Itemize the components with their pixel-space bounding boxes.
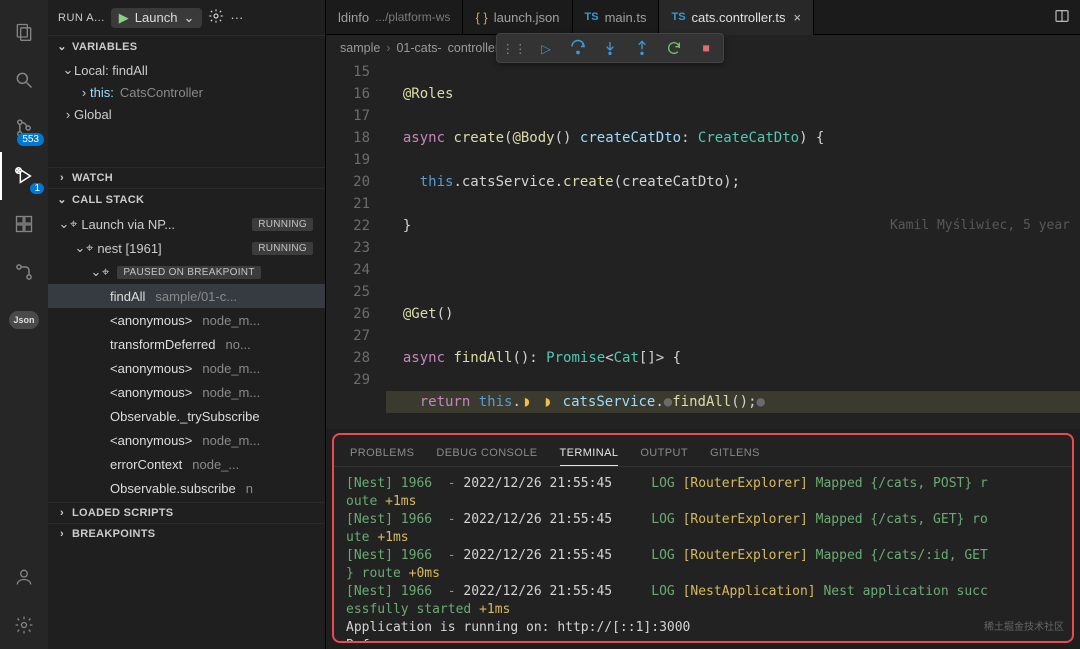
run-and-debug-title: RUN A... xyxy=(58,12,105,24)
variables-this[interactable]: ›this:CatsController xyxy=(48,81,325,103)
stop-icon[interactable]: ■ xyxy=(695,37,717,59)
ts-icon: TS xyxy=(671,11,685,23)
line-gutter: 15 16 17 18 19 20 21 22 23 24 25 26 27 2… xyxy=(326,61,386,429)
chevron-right-icon: › xyxy=(56,528,68,540)
editor-group: ldinfo.../platform-ws { }launch.json TSm… xyxy=(326,0,1080,649)
tab-debug-console[interactable]: DEBUG CONSOLE xyxy=(436,441,537,466)
callstack-frame[interactable]: Observable._trySubscribe xyxy=(48,404,325,428)
bottom-panel: PROBLEMS DEBUG CONSOLE TERMINAL OUTPUT G… xyxy=(332,433,1074,643)
callstack-frame[interactable]: transformDeferredno... xyxy=(48,332,325,356)
loaded-scripts-section[interactable]: ›LOADED SCRIPTS xyxy=(48,503,325,523)
callstack-process[interactable]: ⌄⌖nest [1961]RUNNING xyxy=(48,236,325,260)
tab-main-ts[interactable]: TSmain.ts xyxy=(573,0,660,35)
tab-cats-controller[interactable]: TScats.controller.ts× xyxy=(659,0,814,35)
editor-tabs: ldinfo.../platform-ws { }launch.json TSm… xyxy=(326,0,1080,35)
chevron-right-icon: › xyxy=(56,507,68,519)
bug-icon: ⌖ xyxy=(70,216,77,232)
callstack-section[interactable]: ⌄CALL STACK xyxy=(48,189,325,210)
step-into-icon[interactable] xyxy=(599,37,621,59)
remote-icon[interactable] xyxy=(0,248,48,296)
debug-icon[interactable]: 1 xyxy=(0,152,48,200)
ts-icon: TS xyxy=(585,11,599,23)
restart-icon[interactable] xyxy=(663,37,685,59)
callstack-frame[interactable]: <anonymous>node_m... xyxy=(48,428,325,452)
bug-icon: ⌖ xyxy=(102,264,109,280)
callstack-frame[interactable]: <anonymous>node_m... xyxy=(48,356,325,380)
step-out-icon[interactable] xyxy=(631,37,653,59)
braces-icon: { } xyxy=(475,10,487,25)
panel-tabs: PROBLEMS DEBUG CONSOLE TERMINAL OUTPUT G… xyxy=(334,435,1072,467)
variables-scope-local[interactable]: ⌄Local: findAll xyxy=(48,59,325,81)
breakpoints-section[interactable]: ›BREAKPOINTS xyxy=(48,524,325,544)
step-target-icon[interactable]: ◗ xyxy=(523,394,531,410)
extensions-icon[interactable] xyxy=(0,200,48,248)
chevron-down-icon: ⌄ xyxy=(56,193,68,206)
tab-ldinfo[interactable]: ldinfo.../platform-ws xyxy=(326,0,463,35)
watermark: 稀土掘金技术社区 xyxy=(984,618,1064,633)
breadcrumb[interactable]: sample› 01-cats- ⋮⋮ ▷ ■ controller.ts› ⬡… xyxy=(326,35,1080,61)
close-icon[interactable]: × xyxy=(793,10,801,25)
callstack-frame[interactable]: findAllsample/01-c... xyxy=(48,284,325,308)
explorer-icon[interactable] xyxy=(0,8,48,56)
variables-scope-global[interactable]: ›Global xyxy=(48,103,325,125)
tab-output[interactable]: OUTPUT xyxy=(640,441,688,466)
callstack-frame[interactable]: <anonymous>node_m... xyxy=(48,308,325,332)
chevron-right-icon: › xyxy=(56,172,68,184)
scm-icon[interactable]: 553 xyxy=(0,104,48,152)
step-over-icon[interactable] xyxy=(567,37,589,59)
gear-icon[interactable] xyxy=(208,8,224,27)
debug-header: RUN A... ▶ Launch ⌄ ··· xyxy=(48,0,325,35)
callstack-frame[interactable]: Observable.subscriben xyxy=(48,476,325,500)
tab-gitlens[interactable]: GITLENS xyxy=(710,441,760,466)
debug-badge: 1 xyxy=(30,183,44,194)
callstack-thread[interactable]: ⌄⌖PAUSED ON BREAKPOINT xyxy=(48,260,325,284)
drag-handle-icon[interactable]: ⋮⋮ xyxy=(503,37,525,59)
chevron-down-icon: ⌄ xyxy=(183,10,194,26)
terminal-output[interactable]: [Nest] 1966 - 2022/12/26 21:55:45 LOG [R… xyxy=(334,467,1072,641)
activity-bar: 553 1 Json xyxy=(0,0,48,649)
launch-config-dropdown[interactable]: ▶ Launch ⌄ xyxy=(111,8,203,28)
code-content[interactable]: @Roles async create(@Body() createCatDto… xyxy=(386,61,1080,429)
git-blame-annotation: Kamil Myśliwiec, 5 year xyxy=(890,215,1070,237)
tab-problems[interactable]: PROBLEMS xyxy=(350,441,414,466)
more-icon[interactable]: ··· xyxy=(230,10,243,25)
debug-toolbar: ⋮⋮ ▷ ■ xyxy=(496,33,724,63)
variables-section[interactable]: ⌄VARIABLES xyxy=(48,36,325,57)
json-icon[interactable]: Json xyxy=(0,296,48,344)
continue-icon[interactable]: ▷ xyxy=(535,37,557,59)
debug-sidebar: RUN A... ▶ Launch ⌄ ··· ⌄VARIABLES ⌄Loca… xyxy=(48,0,326,649)
split-editor-icon[interactable] xyxy=(1044,8,1080,27)
scm-badge: 553 xyxy=(17,133,44,146)
tab-launch-json[interactable]: { }launch.json xyxy=(463,0,572,35)
account-icon[interactable] xyxy=(0,553,48,601)
bug-icon: ⌖ xyxy=(86,240,93,256)
search-icon[interactable] xyxy=(0,56,48,104)
callstack-frame[interactable]: <anonymous>node_m... xyxy=(48,380,325,404)
tab-terminal[interactable]: TERMINAL xyxy=(560,441,619,466)
watch-section[interactable]: ›WATCH xyxy=(48,168,325,188)
step-target-icon[interactable]: ◗ xyxy=(544,394,552,410)
callstack-frame[interactable]: errorContextnode_... xyxy=(48,452,325,476)
code-editor[interactable]: 15 16 17 18 19 20 21 22 23 24 25 26 27 2… xyxy=(326,61,1080,429)
settings-gear-icon[interactable] xyxy=(0,601,48,649)
chevron-down-icon: ⌄ xyxy=(56,40,68,53)
callstack-session[interactable]: ⌄⌖Launch via NP...RUNNING xyxy=(48,212,325,236)
play-icon: ▶ xyxy=(119,10,129,26)
